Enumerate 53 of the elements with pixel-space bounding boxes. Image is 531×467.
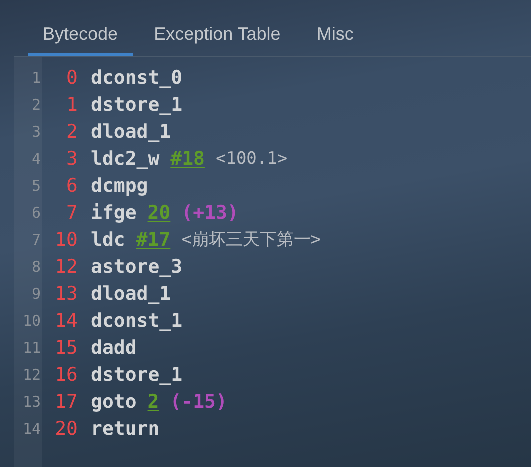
tab[interactable]: Bytecode <box>28 20 134 56</box>
opcode: dcmpg <box>91 174 148 200</box>
tab[interactable]: Misc <box>302 20 369 56</box>
line-number: 14 <box>22 419 41 440</box>
line-number: 11 <box>22 338 41 360</box>
line-number: 10 <box>22 311 41 332</box>
line-number: 3 <box>32 122 41 144</box>
constant-comment: <崩坏三天下第一> <box>182 228 322 252</box>
bytecode-offset: 0 <box>66 66 78 92</box>
opcode: ldc2_w <box>91 147 160 172</box>
line-number: 2 <box>32 95 41 116</box>
bytecode-offset: 13 <box>55 282 78 308</box>
bytecode-offset: 2 <box>66 120 78 146</box>
constant-comment: <100.1> <box>216 148 288 171</box>
reference-link[interactable]: #17 <box>136 226 171 255</box>
bytecode-offset: 14 <box>55 309 78 334</box>
line-number: 9 <box>32 284 41 306</box>
line-number: 5 <box>32 176 41 198</box>
line-number: 1 <box>32 68 41 90</box>
opcode: dconst_0 <box>91 66 183 92</box>
bytecode-offset: 7 <box>66 201 78 226</box>
opcode: goto <box>91 390 137 416</box>
bytecode-offset: 10 <box>55 228 78 254</box>
opcode: dstore_1 <box>91 363 183 388</box>
line-number: 6 <box>32 203 41 224</box>
opcode: ifge <box>91 201 137 226</box>
bytecode-offset: 12 <box>55 255 78 280</box>
opcode: dconst_1 <box>91 309 183 334</box>
reference-link[interactable]: #18 <box>170 145 205 174</box>
opcode: dload_1 <box>91 282 172 308</box>
bytecode-offset: 17 <box>55 390 78 416</box>
bytecode-offset: 1 <box>66 93 78 118</box>
bytecode-offset: 20 <box>55 417 78 442</box>
opcode: return <box>91 417 160 442</box>
opcode: dstore_1 <box>91 93 183 118</box>
opcode: astore_3 <box>91 255 183 280</box>
bytecode-offset: 3 <box>66 147 78 172</box>
reference-link[interactable]: 2 <box>148 388 160 417</box>
bytecode-offset: 16 <box>55 363 78 388</box>
opcode: ldc <box>91 228 126 254</box>
bytecode-offset: 6 <box>66 174 78 200</box>
bytecode-offset: 15 <box>55 336 78 362</box>
line-number: 4 <box>32 149 41 170</box>
jump-offset: (+13) <box>182 201 239 226</box>
reference-link[interactable]: 20 <box>148 199 171 228</box>
tab[interactable]: Exception Table <box>139 20 296 56</box>
line-number: 12 <box>22 365 41 386</box>
jump-offset: (-15) <box>170 390 228 416</box>
line-number: 8 <box>32 257 41 278</box>
line-number: 13 <box>22 392 41 414</box>
opcode: dload_1 <box>91 120 172 146</box>
line-number: 7 <box>32 230 41 252</box>
opcode: dadd <box>91 336 137 362</box>
